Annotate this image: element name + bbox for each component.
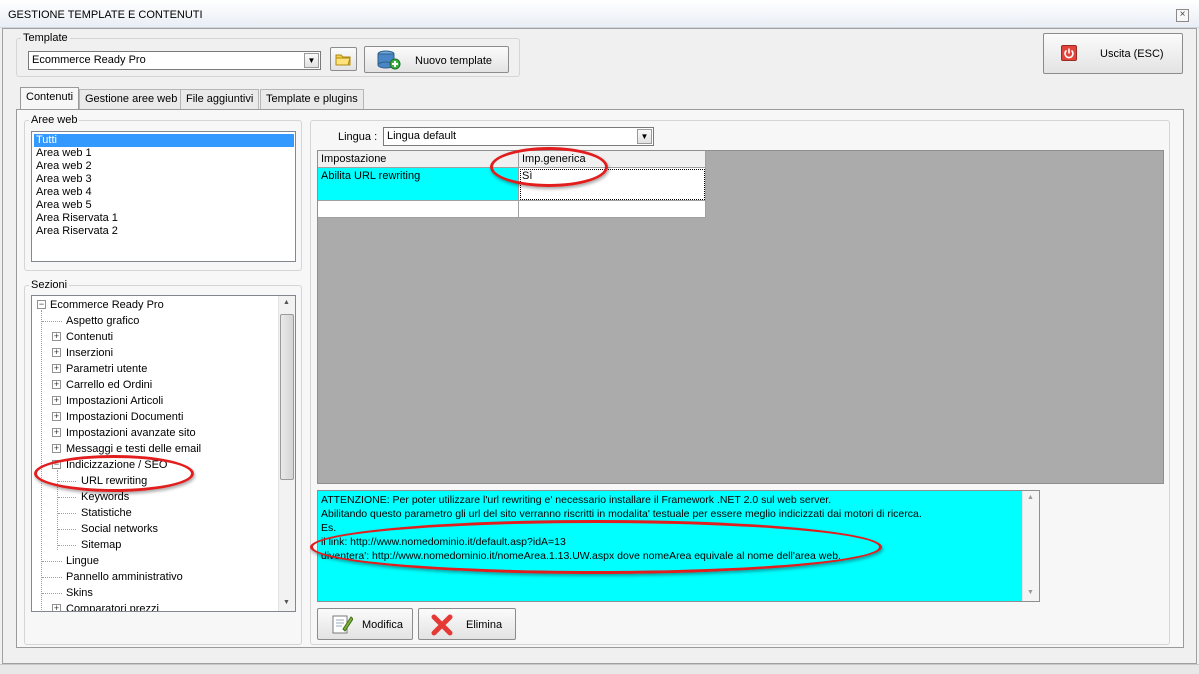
area-web-item[interactable]: Area web 1: [34, 147, 92, 160]
grid-new-row-cell[interactable]: [519, 201, 706, 218]
template-select[interactable]: Ecommerce Ready Pro ▼: [28, 51, 321, 70]
description-scrollbar[interactable]: ▲ ▼: [1022, 491, 1039, 601]
description-textarea[interactable]: ATTENZIONE: Per poter utilizzare l'url r…: [317, 490, 1040, 602]
tree-node-impostazioni-avanzate[interactable]: Impostazioni avanzate sito: [66, 425, 196, 441]
expand-icon[interactable]: +: [52, 380, 61, 389]
tree-node-impostazioni-articoli[interactable]: Impostazioni Articoli: [66, 393, 163, 409]
tree-node-messaggi-email[interactable]: Messaggi e testi delle email: [66, 441, 201, 457]
tree-node-keywords[interactable]: Keywords: [81, 489, 129, 505]
template-group-legend: Template: [23, 32, 68, 44]
grid-new-row-cell[interactable]: [318, 201, 519, 218]
sezioni-tree[interactable]: − Ecommerce Ready Pro Aspetto grafico + …: [31, 295, 296, 612]
tree-node-url-rewriting[interactable]: URL rewriting: [81, 473, 147, 489]
expand-icon[interactable]: +: [52, 332, 61, 341]
expand-icon[interactable]: +: [52, 444, 61, 453]
new-template-label: Nuovo template: [415, 55, 493, 67]
title-bar: GESTIONE TEMPLATE E CONTENUTI ×: [0, 0, 1199, 28]
elimina-button[interactable]: Elimina: [418, 608, 516, 640]
window-title: GESTIONE TEMPLATE E CONTENUTI: [8, 9, 203, 21]
expand-icon[interactable]: +: [52, 428, 61, 437]
grid-header-impostazione[interactable]: Impostazione: [318, 151, 519, 168]
area-web-item[interactable]: Area web 2: [34, 160, 92, 173]
lingua-select-value: Lingua default: [387, 130, 457, 142]
expand-icon[interactable]: +: [52, 364, 61, 373]
grid-cell-valore[interactable]: Sì: [519, 168, 706, 201]
lingua-select[interactable]: Lingua default ▼: [383, 127, 654, 146]
lingua-label: Lingua :: [338, 131, 378, 143]
description-line: il link: http://www.nomedominio.it/defau…: [321, 536, 566, 548]
tree-node-aspetto-grafico[interactable]: Aspetto grafico: [66, 313, 139, 329]
scroll-up-icon[interactable]: ▲: [1027, 494, 1034, 501]
scroll-thumb[interactable]: [280, 314, 294, 480]
area-web-item[interactable]: Area web 5: [34, 199, 92, 212]
tree-node-statistiche[interactable]: Statistiche: [81, 505, 132, 521]
modifica-button-label: Modifica: [362, 619, 403, 631]
scroll-down-icon[interactable]: ▼: [283, 599, 290, 606]
tree-node-comparatori-prezzi[interactable]: Comparatori prezzi: [66, 601, 159, 611]
tab-gestione-aree-web[interactable]: Gestione aree web: [79, 89, 184, 109]
exit-button[interactable]: Uscita (ESC): [1043, 33, 1183, 74]
tab-contenuti[interactable]: Contenuti: [20, 87, 80, 110]
chevron-down-icon[interactable]: ▼: [304, 53, 319, 68]
expand-icon[interactable]: +: [52, 412, 61, 421]
description-line: Es.: [321, 522, 337, 534]
elimina-button-label: Elimina: [466, 619, 503, 631]
description-line: ATTENZIONE: Per poter utilizzare l'url r…: [321, 494, 832, 506]
edit-icon: [332, 615, 353, 634]
settings-grid[interactable]: Impostazione Imp.generica Abilita URL re…: [317, 150, 1164, 484]
sezioni-legend: Sezioni: [31, 279, 68, 291]
tree-node-sitemap[interactable]: Sitemap: [81, 537, 121, 553]
tree-node-parametri-utente[interactable]: Parametri utente: [66, 361, 147, 377]
tree-node-lingue[interactable]: Lingue: [66, 553, 99, 569]
area-web-item[interactable]: Area web 3: [34, 173, 92, 186]
description-line: diventera': http://www.nomedominio.it/no…: [321, 550, 841, 562]
tab-template-e-plugins[interactable]: Template e plugins: [260, 89, 364, 109]
window-bottom-edge: [0, 664, 1199, 674]
tree-node-indicizzazione-seo[interactable]: Indicizzazione / SEO: [66, 457, 168, 473]
open-folder-button[interactable]: [330, 47, 357, 71]
close-icon[interactable]: ×: [1176, 9, 1189, 22]
expand-icon[interactable]: +: [52, 348, 61, 357]
tree-node-skins[interactable]: Skins: [66, 585, 93, 601]
folder-icon: [335, 54, 351, 66]
new-template-button[interactable]: Nuovo template: [364, 46, 509, 73]
area-web-item[interactable]: Area Riservata 1: [34, 212, 118, 225]
tree-node-inserzioni[interactable]: Inserzioni: [66, 345, 113, 361]
exit-button-label: Uscita (ESC): [1100, 48, 1164, 60]
area-web-item[interactable]: Area web 4: [34, 186, 92, 199]
aree-web-list[interactable]: Tutti Area web 1 Area web 2 Area web 3 A…: [31, 131, 296, 262]
tab-file-aggiuntivi[interactable]: File aggiuntivi: [180, 89, 260, 109]
grid-cell-impostazione[interactable]: Abilita URL rewriting: [318, 168, 519, 201]
area-web-item-tutti[interactable]: Tutti: [34, 134, 294, 147]
description-line: Abilitando questo parametro gli url del …: [321, 508, 922, 520]
delete-icon: [431, 614, 453, 636]
template-select-value: Ecommerce Ready Pro: [32, 54, 146, 66]
tree-node-impostazioni-documenti[interactable]: Impostazioni Documenti: [66, 409, 183, 425]
tree-scrollbar[interactable]: ▲ ▼: [278, 296, 295, 611]
new-database-icon: [377, 50, 401, 70]
scroll-down-icon[interactable]: ▼: [1027, 589, 1034, 596]
collapse-icon[interactable]: −: [37, 300, 46, 309]
tree-node-pannello-amministrativo[interactable]: Pannello amministrativo: [66, 569, 183, 585]
tree-node-carrello-ordini[interactable]: Carrello ed Ordini: [66, 377, 152, 393]
tree-node-contenuti[interactable]: Contenuti: [66, 329, 113, 345]
aree-web-legend: Aree web: [31, 114, 78, 126]
tab-strip: Contenuti Gestione aree web File aggiunt…: [20, 87, 380, 110]
grid-header-imp-generica[interactable]: Imp.generica: [519, 151, 706, 168]
power-icon: [1061, 45, 1077, 61]
scroll-up-icon[interactable]: ▲: [283, 299, 290, 306]
expand-icon[interactable]: +: [52, 396, 61, 405]
tree-root-ecommerce[interactable]: Ecommerce Ready Pro: [50, 297, 164, 313]
area-web-item[interactable]: Area Riservata 2: [34, 225, 118, 238]
chevron-down-icon[interactable]: ▼: [637, 129, 652, 144]
expand-icon[interactable]: +: [52, 604, 61, 611]
collapse-icon[interactable]: −: [52, 460, 61, 469]
tree-node-social-networks[interactable]: Social networks: [81, 521, 158, 537]
modifica-button[interactable]: Modifica: [317, 608, 413, 640]
